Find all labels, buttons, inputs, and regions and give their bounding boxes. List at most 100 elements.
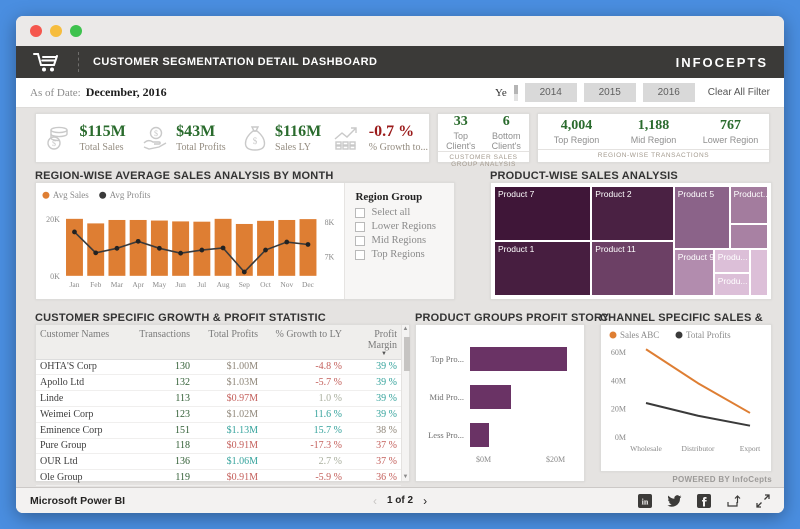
story-bar[interactable] bbox=[470, 423, 489, 447]
kpi-total-profits[interactable]: $ $43M Total Profits bbox=[134, 123, 232, 153]
treemap-box-product-[interactable]: Product... bbox=[729, 186, 768, 224]
treemap-box-product-7[interactable]: Product 7 bbox=[494, 186, 592, 241]
region-bar-line-chart[interactable]: Avg Sales Avg Profits 20K 0K 8K 7K Jan Feb M… bbox=[36, 183, 344, 299]
column-header-profit-margin[interactable]: Profit Margin ▼ bbox=[346, 329, 401, 358]
window-titlebar bbox=[16, 16, 784, 46]
page-title: CUSTOMER SEGMENTATION DETAIL DASHBOARD bbox=[93, 56, 378, 68]
profit-story-panel: Top Pro... Mid Pro... Less Pro... $0M $20… bbox=[415, 324, 585, 482]
table-row[interactable]: Pure Group 118 $0.91M -17.3 % 37 % bbox=[36, 439, 401, 455]
treemap-box-produ-[interactable]: Produ... bbox=[713, 248, 751, 273]
kpi-value: $116M bbox=[275, 123, 322, 141]
kpi-label: % Growth to... bbox=[368, 141, 428, 153]
svg-text:Dec: Dec bbox=[302, 280, 315, 289]
checkbox-icon[interactable] bbox=[355, 235, 366, 246]
table-scrollbar[interactable]: ▲ ▼ bbox=[401, 325, 410, 481]
treemap-title: PRODUCT-WISE SALES ANALYSIS bbox=[490, 170, 678, 182]
fullscreen-icon[interactable] bbox=[756, 493, 770, 508]
dashboard-canvas: $ $115M Total Sales $ $43M Total Profits… bbox=[16, 108, 784, 513]
region-filter-option-mid-regions[interactable]: Mid Regions bbox=[355, 235, 454, 246]
stat-mid-region[interactable]: 1,188 Mid Region bbox=[615, 118, 692, 145]
table-row[interactable]: OUR Ltd 136 $1.06M 2.7 % 37 % bbox=[36, 454, 401, 471]
customer-table-title: CUSTOMER SPECIFIC GROWTH & PROFIT STATIS… bbox=[35, 312, 326, 324]
kpi-summary-card: $ $115M Total Sales $ $43M Total Profits… bbox=[35, 113, 430, 163]
kpi-sales-ly[interactable]: $ $116M Sales LY bbox=[233, 123, 331, 153]
treemap-box-product-11[interactable]: Product 11 bbox=[591, 241, 674, 296]
sort-desc-icon: ▼ bbox=[381, 351, 387, 357]
year-slicer-scrollbar[interactable] bbox=[513, 84, 518, 101]
region-card-footer: REGION-WISE TRANSACTIONS bbox=[538, 149, 769, 162]
table-row[interactable]: Eminence Corp 151 $1.13M 15.7 % 38 % bbox=[36, 423, 401, 439]
region-transactions-card: 4,004 Top Region 1,188 Mid Region 767 Lo… bbox=[537, 113, 770, 163]
table-row[interactable]: Weimei Corp 123 $1.02M 11.6 % 39 % bbox=[36, 407, 401, 423]
svg-text:Oct: Oct bbox=[260, 280, 272, 289]
column-header-transactions[interactable]: Transactions bbox=[132, 329, 194, 358]
treemap-box-product-1[interactable]: Product 1 bbox=[494, 241, 592, 296]
svg-text:60M: 60M bbox=[611, 348, 626, 357]
svg-text:0K: 0K bbox=[50, 272, 60, 281]
kpi-value: $115M bbox=[79, 123, 126, 141]
kpi-value: -0.7 % bbox=[368, 123, 415, 141]
region-filter-option-top-regions[interactable]: Top Regions bbox=[355, 249, 454, 260]
treemap-panel: Product 7 Product 1 Product 2 Product 11 Pro… bbox=[490, 182, 772, 300]
table-row[interactable]: Linde 113 $0.97M 1.0 % 39 % bbox=[36, 391, 401, 407]
column-header--growth-to-ly[interactable]: % Growth to LY bbox=[262, 329, 346, 358]
treemap-box-product-5[interactable]: Product 5 bbox=[673, 186, 730, 249]
column-header-customer-names[interactable]: Customer Names bbox=[36, 329, 132, 358]
svg-text:$: $ bbox=[154, 129, 158, 138]
year-button-2014[interactable]: 2014 bbox=[524, 83, 577, 102]
scrollbar-thumb[interactable] bbox=[404, 337, 410, 371]
svg-text:Avg Profits: Avg Profits bbox=[110, 190, 151, 200]
treemap-box-product-2[interactable]: Product 2 bbox=[591, 186, 674, 241]
year-button-2016[interactable]: 2016 bbox=[642, 83, 695, 102]
svg-text:Nov: Nov bbox=[280, 280, 293, 289]
scroll-up-icon[interactable]: ▲ bbox=[403, 326, 409, 332]
story-bar[interactable] bbox=[470, 385, 511, 409]
treemap-box-produ-[interactable]: Produ... bbox=[713, 272, 751, 296]
kpi--growth-to-[interactable]: -0.7 % % Growth to... bbox=[331, 123, 429, 153]
treemap-box[interactable] bbox=[750, 248, 768, 296]
close-window-button[interactable] bbox=[30, 25, 42, 37]
stat-top-region[interactable]: 4,004 Top Region bbox=[538, 118, 615, 145]
stat-bottom-client-s[interactable]: 6 Bottom Client's bbox=[484, 114, 530, 151]
checkbox-icon[interactable] bbox=[355, 249, 366, 260]
share-icon[interactable] bbox=[726, 494, 741, 508]
checkbox-icon[interactable] bbox=[355, 207, 366, 218]
clear-all-filter-button[interactable]: Clear All Filter bbox=[708, 87, 770, 98]
year-button-2015[interactable]: 2015 bbox=[583, 83, 636, 102]
table-row[interactable]: OHTA'S Corp 130 $1.00M -4.8 % 39 % bbox=[36, 360, 401, 376]
svg-text:40M: 40M bbox=[611, 376, 626, 385]
linkedin-icon[interactable]: in bbox=[638, 493, 652, 508]
kpi-label: Total Sales bbox=[79, 141, 124, 153]
column-header-total-profits[interactable]: Total Profits bbox=[194, 329, 262, 358]
next-page-button[interactable]: › bbox=[423, 494, 427, 508]
svg-text:Wholesale: Wholesale bbox=[630, 444, 662, 453]
region-filter-option-lower-regions[interactable]: Lower Regions bbox=[355, 221, 454, 232]
story-bar-row-0[interactable]: Top Pro... bbox=[422, 347, 574, 371]
minimize-window-button[interactable] bbox=[50, 25, 62, 37]
table-row[interactable]: Apollo Ltd 132 $1.03M -5.7 % 39 % bbox=[36, 375, 401, 392]
zoom-window-button[interactable] bbox=[70, 25, 82, 37]
facebook-icon[interactable] bbox=[697, 493, 711, 508]
twitter-icon[interactable] bbox=[667, 494, 682, 507]
table-header[interactable]: Customer Names Transactions Total Profits%… bbox=[36, 325, 401, 360]
table-row[interactable]: Ole Group 119 $0.91M -5.9 % 36 % bbox=[36, 470, 401, 486]
treemap-box-product-9[interactable]: Product 9 bbox=[673, 248, 714, 296]
stat-top-client-s[interactable]: 33 Top Client's bbox=[438, 114, 484, 151]
prev-page-button[interactable]: ‹ bbox=[373, 494, 377, 508]
treemap-box[interactable] bbox=[729, 223, 768, 249]
hand-coin-icon: $ bbox=[141, 125, 169, 151]
stat-lower-region[interactable]: 767 Lower Region bbox=[692, 118, 769, 145]
channel-line-chart[interactable]: Sales ABC Total Profits 0M 20M 40M 60M Wholes… bbox=[601, 325, 771, 471]
svg-text:Total Profits: Total Profits bbox=[686, 330, 731, 340]
region-filter-option-select-all[interactable]: Select all bbox=[355, 207, 454, 218]
svg-text:7K: 7K bbox=[325, 253, 335, 262]
coins-icon: $ bbox=[45, 125, 73, 151]
client-card-footer: CUSTOMER SALES GROUP ANALYSIS bbox=[438, 151, 529, 171]
kpi-total-sales[interactable]: $ $115M Total Sales bbox=[36, 123, 134, 153]
story-bar-row-2[interactable]: Less Pro... bbox=[422, 423, 574, 447]
story-bar[interactable] bbox=[470, 347, 567, 371]
story-bar-row-1[interactable]: Mid Pro... bbox=[422, 385, 574, 409]
svg-text:20M: 20M bbox=[611, 405, 626, 414]
checkbox-icon[interactable] bbox=[355, 221, 366, 232]
scroll-down-icon[interactable]: ▼ bbox=[403, 474, 409, 480]
